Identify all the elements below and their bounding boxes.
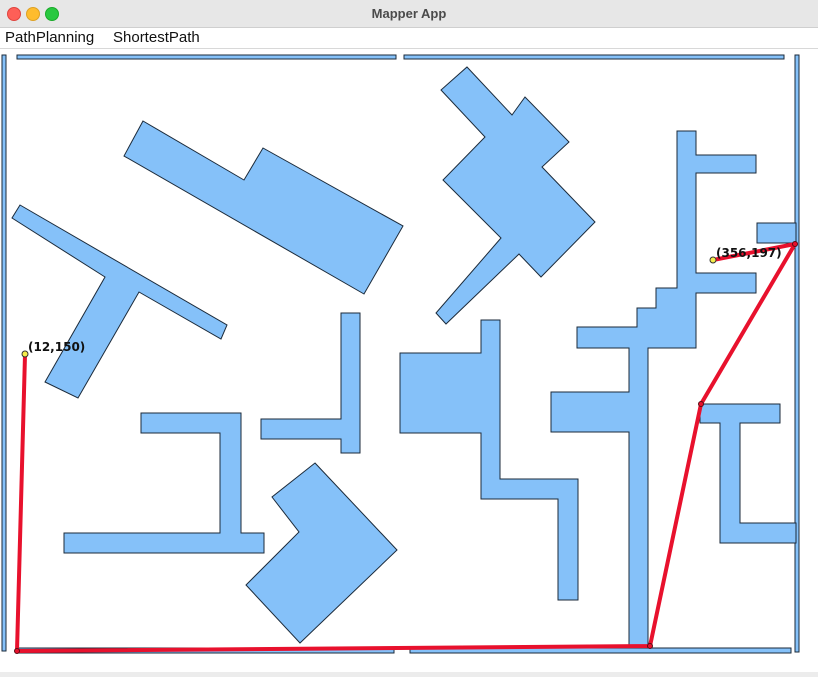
obstacle-t-shape bbox=[11, 204, 228, 399]
obstacle-slanted-bar bbox=[123, 120, 404, 295]
obstacle-right-tab bbox=[756, 222, 797, 244]
path-node bbox=[647, 643, 653, 649]
title-bar: Mapper App bbox=[0, 0, 818, 28]
obstacle-center-block bbox=[399, 319, 579, 601]
obstacle-rotated-cross bbox=[435, 66, 596, 325]
app-window: Mapper App PathPlanning ShortestPath (12… bbox=[0, 0, 818, 672]
obstacle-hook bbox=[63, 412, 265, 554]
menu-pathplanning[interactable]: PathPlanning bbox=[5, 29, 94, 46]
obstacle-right-bracket bbox=[699, 403, 797, 544]
obstacle-l-small bbox=[260, 312, 361, 454]
menu-shortestpath[interactable]: ShortestPath bbox=[113, 29, 200, 46]
map-canvas[interactable]: (12,150) (356,197) bbox=[0, 49, 818, 672]
goal-label: (356,197) bbox=[716, 246, 782, 260]
menu-bar: PathPlanning ShortestPath bbox=[0, 28, 818, 49]
path-node bbox=[698, 401, 704, 407]
window-title: Mapper App bbox=[371, 6, 447, 21]
obstacle-rotated-square bbox=[245, 462, 398, 644]
start-label: (12,150) bbox=[28, 340, 85, 354]
map-svg: (12,150) (356,197) bbox=[1, 54, 800, 654]
wall-top-right bbox=[403, 54, 785, 60]
wall-left bbox=[1, 54, 7, 652]
path-node bbox=[792, 241, 798, 247]
wall-right bbox=[794, 54, 800, 653]
path-node bbox=[14, 648, 20, 654]
wall-top-left bbox=[16, 54, 397, 60]
obstacles bbox=[1, 54, 800, 654]
